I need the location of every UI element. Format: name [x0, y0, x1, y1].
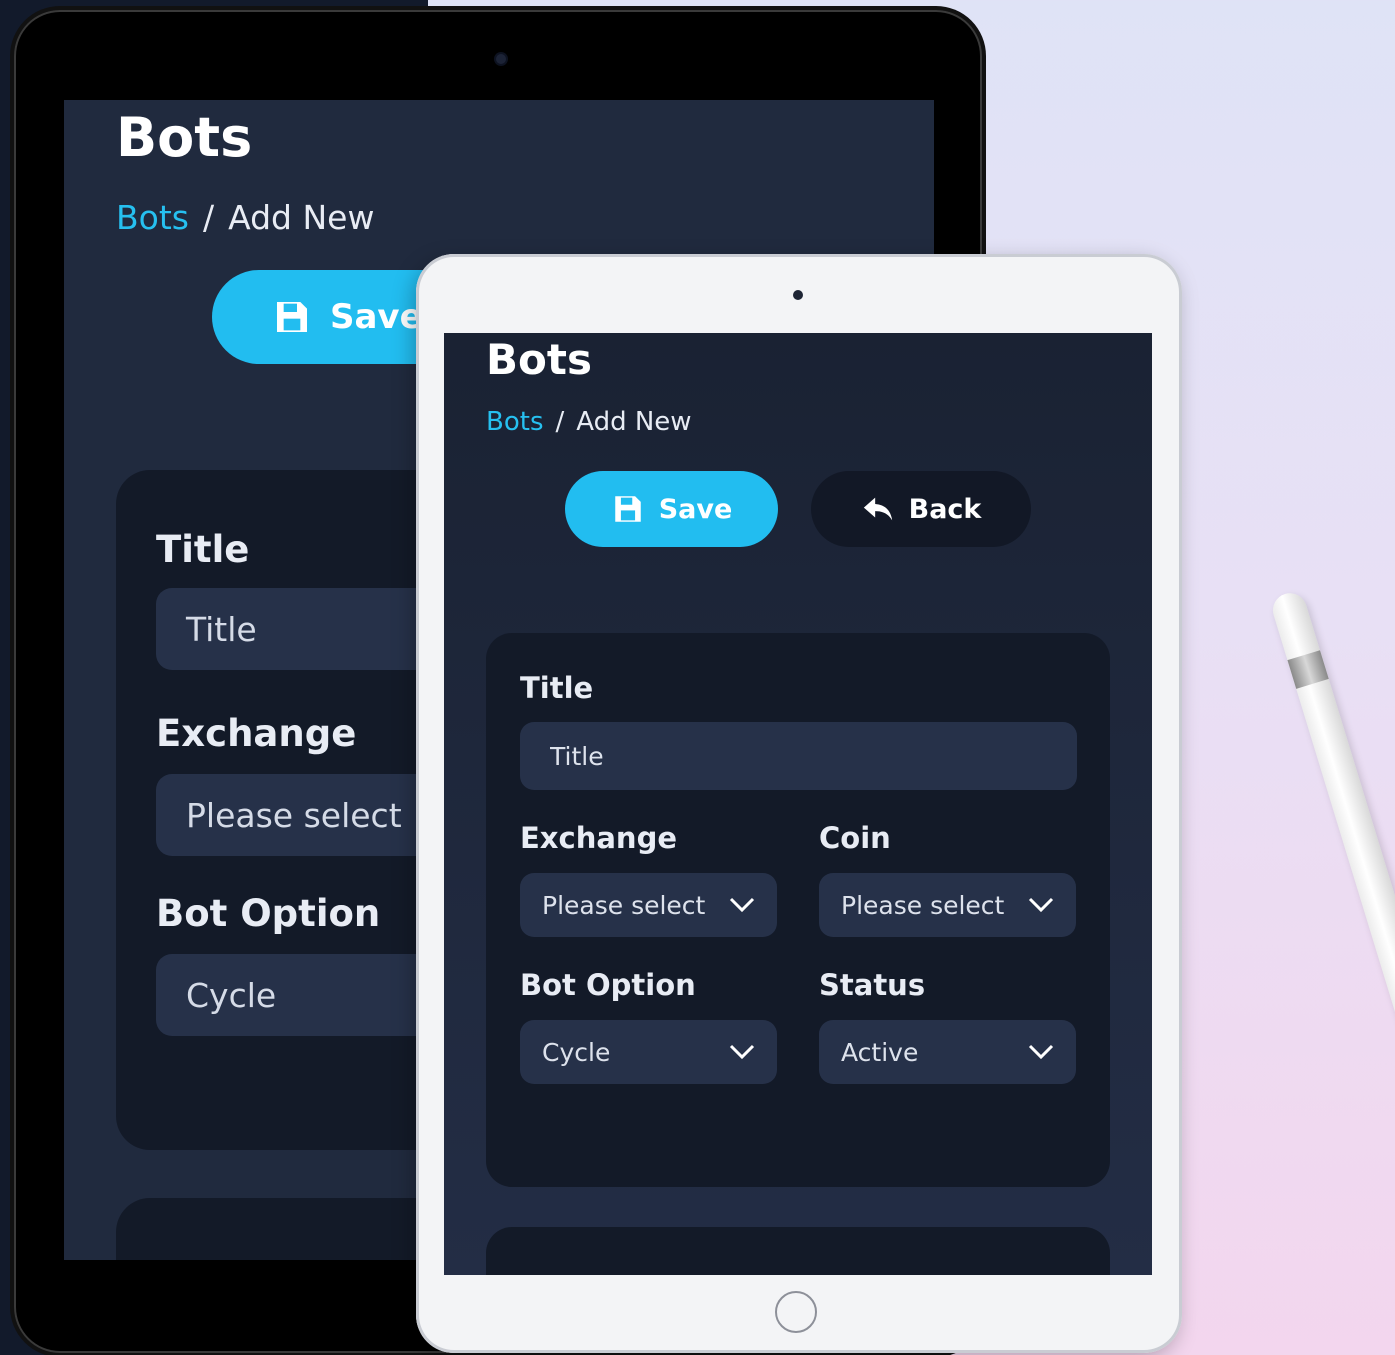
exchange-label: Exchange	[156, 712, 357, 755]
breadcrumb-current: Add New	[228, 198, 375, 237]
stylus	[1268, 589, 1395, 1355]
breadcrumb: Bots / Add New	[116, 198, 374, 237]
camera-icon	[793, 290, 803, 300]
status-value: Active	[841, 1037, 919, 1067]
title-label: Title	[520, 671, 594, 705]
bot-option-label: Bot Option	[520, 968, 696, 1002]
coin-label: Coin	[819, 821, 891, 855]
page-title: Bots	[486, 335, 592, 384]
camera-icon	[496, 54, 506, 64]
coin-value: Please select	[841, 890, 1005, 920]
chevron-down-icon	[729, 897, 755, 913]
save-label: Save	[658, 493, 733, 525]
breadcrumb-separator: /	[202, 198, 215, 237]
home-button[interactable]	[775, 1291, 817, 1333]
chevron-down-icon	[729, 1044, 755, 1060]
title-input[interactable]	[520, 722, 1077, 790]
chevron-down-icon	[1028, 897, 1054, 913]
back-button[interactable]: Back	[811, 471, 1031, 547]
exchange-select[interactable]: Please select	[520, 873, 777, 937]
coin-select[interactable]: Please select	[819, 873, 1076, 937]
second-card	[486, 1227, 1110, 1275]
page-title: Bots	[116, 106, 253, 169]
back-label: Back	[908, 493, 982, 525]
reply-arrow-icon	[863, 497, 892, 521]
bot-option-label: Bot Option	[156, 892, 381, 935]
exchange-label: Exchange	[520, 821, 677, 855]
breadcrumb: Bots / Add New	[486, 407, 692, 437]
stylus-band	[1287, 650, 1329, 689]
floppy-disk-icon	[614, 496, 641, 522]
save-label: Save	[330, 297, 423, 337]
breadcrumb-separator: /	[555, 407, 565, 437]
save-button[interactable]: Save	[565, 471, 778, 547]
bot-option-select[interactable]: Cycle	[520, 1020, 777, 1084]
breadcrumb-link-bots[interactable]: Bots	[116, 198, 189, 237]
white-tablet: Bots Bots / Add New Save Back Title Exchan…	[416, 254, 1182, 1353]
chevron-down-icon	[1028, 1044, 1054, 1060]
exchange-value: Please select	[542, 890, 706, 920]
floppy-disk-icon	[277, 302, 307, 332]
bot-option-value: Cycle	[542, 1037, 611, 1067]
status-label: Status	[819, 968, 926, 1002]
title-label: Title	[156, 528, 250, 571]
form-card: Title Exchange Please select Coin Please…	[486, 633, 1110, 1187]
status-select[interactable]: Active	[819, 1020, 1076, 1084]
tablet-screen: Bots Bots / Add New Save Back Title Exchan…	[444, 333, 1152, 1275]
breadcrumb-link-bots[interactable]: Bots	[486, 407, 543, 437]
breadcrumb-current: Add New	[576, 407, 692, 437]
